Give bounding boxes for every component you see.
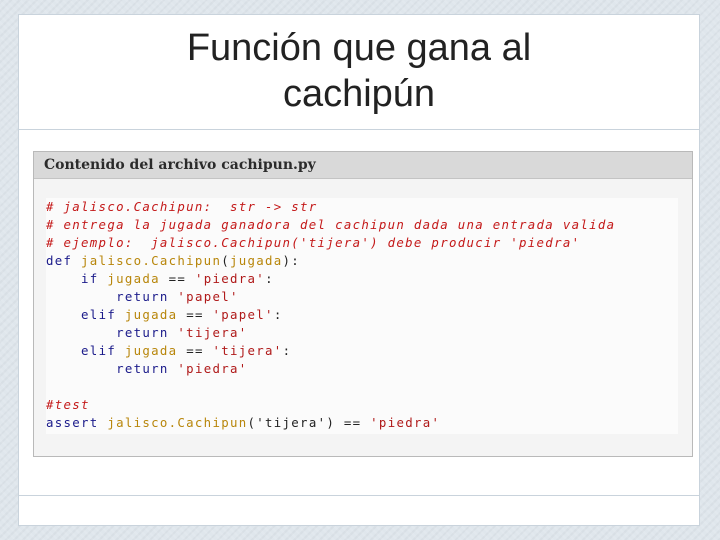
string-literal: 'piedra' (177, 361, 248, 376)
code-comment: # ejemplo: jalisco.Cachipun('tijera') de… (46, 235, 581, 250)
code-line: elif jugada == 'papel': (46, 306, 678, 324)
operator: == (186, 307, 204, 322)
code-panel-header: Contenido del archivo cachipun.py (34, 152, 692, 179)
code-line: # jalisco.Cachipun: str -> str (46, 198, 678, 216)
code-line: # ejemplo: jalisco.Cachipun('tijera') de… (46, 234, 678, 252)
keyword-if: if (81, 271, 99, 286)
title-area: Función que gana al cachipún (19, 15, 699, 127)
code-comment: # jalisco.Cachipun: str -> str (46, 199, 318, 214)
variable: jugada (124, 343, 178, 358)
string-literal: 'piedra' (194, 271, 266, 286)
footer-divider (19, 495, 699, 496)
code-line: return 'papel' (46, 288, 678, 306)
code-line: elif jugada == 'tijera': (46, 342, 678, 360)
keyword-elif: elif (81, 343, 117, 358)
variable: jugada (124, 307, 178, 322)
paren-open: ( (221, 253, 230, 268)
operator: == (168, 271, 187, 286)
call-argument: ('tijera') (247, 415, 336, 430)
slide-title: Función que gana al cachipún (186, 27, 532, 115)
string-literal: 'papel' (212, 307, 274, 322)
keyword-return: return (116, 289, 169, 304)
code-comment: # entrega la jugada ganadora del cachipu… (46, 217, 616, 232)
code-line: if jugada == 'piedra': (46, 270, 678, 288)
paren-close: ): (282, 253, 301, 268)
operator: == (186, 343, 204, 358)
code-line: def jalisco.Cachipun(jugada): (46, 252, 678, 270)
code-line: return 'tijera' (46, 324, 678, 342)
code-line: return 'piedra' (46, 360, 678, 378)
colon: : (282, 343, 292, 358)
slide: Función que gana al cachipún Contenido d… (18, 14, 700, 526)
function-name: jalisco.Cachipun (107, 415, 248, 430)
string-literal: 'papel' (177, 289, 239, 304)
code-panel: Contenido del archivo cachipun.py # jali… (33, 151, 693, 457)
string-literal: 'tijera' (212, 343, 283, 358)
keyword-elif: elif (81, 307, 117, 322)
code-comment: #test (46, 397, 90, 412)
keyword-return: return (116, 325, 169, 340)
keyword-def: def (46, 253, 73, 268)
code-line: # entrega la jugada ganadora del cachipu… (46, 216, 678, 234)
function-name: jalisco.Cachipun (81, 253, 222, 268)
colon: : (265, 271, 274, 286)
keyword-assert: assert (46, 415, 99, 430)
keyword-return: return (116, 361, 169, 376)
title-divider (19, 129, 699, 130)
code-line: assert jalisco.Cachipun('tijera') == 'pi… (46, 414, 678, 432)
parameter: jugada (229, 253, 283, 268)
string-literal: 'tijera' (177, 325, 248, 340)
string-literal: 'piedra' (370, 415, 441, 430)
colon: : (273, 307, 283, 322)
code-line: #test (46, 396, 678, 414)
operator: == (343, 415, 362, 430)
variable: jugada (107, 271, 160, 286)
code-block: # jalisco.Cachipun: str -> str # entrega… (46, 198, 678, 434)
